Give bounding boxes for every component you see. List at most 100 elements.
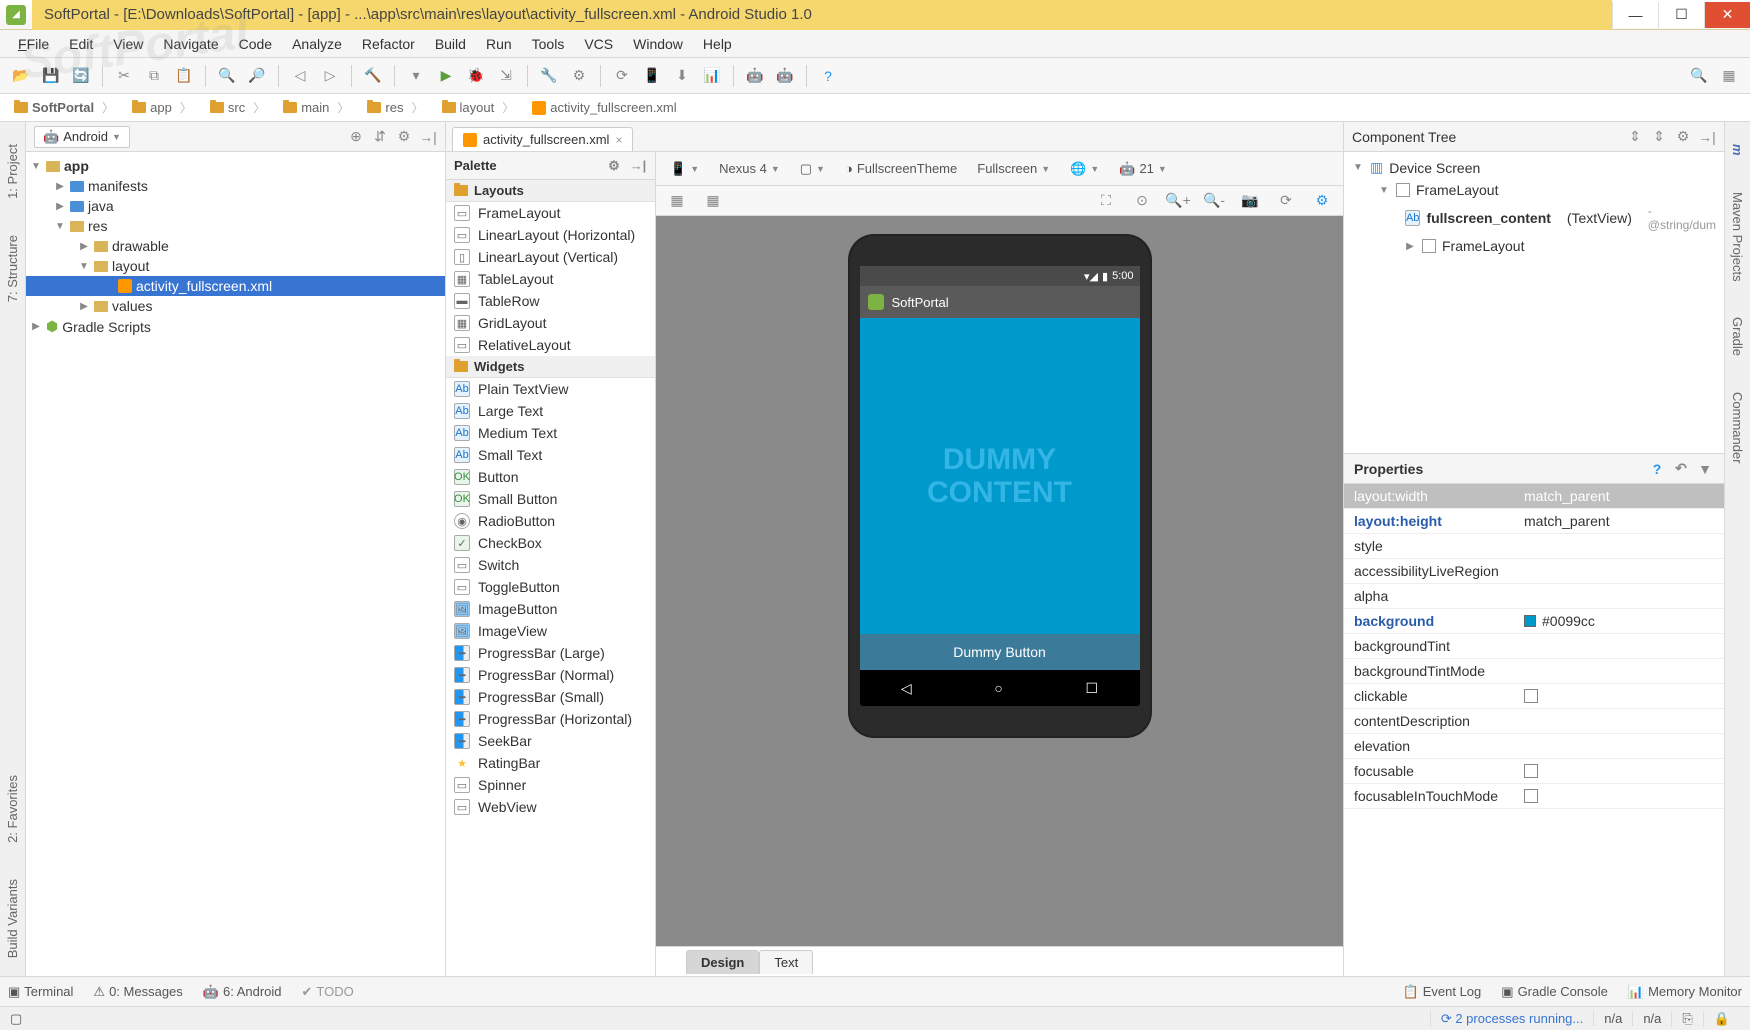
- sdk-icon[interactable]: ⬇: [669, 63, 695, 89]
- tab-favorites[interactable]: 2: Favorites: [3, 767, 22, 851]
- layout-mode-dropdown[interactable]: ▢▼: [794, 159, 831, 179]
- tab-text[interactable]: Text: [759, 950, 813, 974]
- gear3-icon[interactable]: ⚙: [1674, 128, 1692, 146]
- menu-view[interactable]: View: [103, 34, 153, 54]
- filter-prop-icon[interactable]: ▼: [1696, 460, 1714, 478]
- palette-item-tablerow[interactable]: ▬TableRow: [446, 290, 655, 312]
- palette-item-tablelayout[interactable]: ▦TableLayout: [446, 268, 655, 290]
- undo-prop-icon[interactable]: ↶: [1672, 460, 1690, 478]
- processes-running[interactable]: ⟳ 2 processes running...: [1430, 1011, 1593, 1027]
- menu-window[interactable]: Window: [623, 34, 693, 54]
- palette-item-linearlayout-vertical-[interactable]: ▯LinearLayout (Vertical): [446, 246, 655, 268]
- paste-icon[interactable]: 📋: [171, 63, 197, 89]
- tab-maven[interactable]: Maven Projects: [1728, 184, 1747, 290]
- locale-dropdown[interactable]: 🌐▼: [1064, 159, 1105, 179]
- palette-item-imagebutton[interactable]: 🖼ImageButton: [446, 598, 655, 620]
- palette-item-progressbar-small-[interactable]: ━ProgressBar (Small): [446, 686, 655, 708]
- monitor-icon[interactable]: 📊: [699, 63, 725, 89]
- crumb-file[interactable]: activity_fullscreen.xml: [524, 98, 692, 117]
- android2-icon[interactable]: 🤖: [772, 63, 798, 89]
- menu-code[interactable]: Code: [229, 34, 282, 54]
- palette-item-medium-text[interactable]: AbMedium Text: [446, 422, 655, 444]
- crumb-app[interactable]: app: [124, 97, 200, 118]
- gear2-icon[interactable]: ⚙: [1309, 188, 1335, 214]
- tab-gradle[interactable]: Gradle: [1728, 309, 1747, 364]
- tab-project[interactable]: 1: Project: [3, 136, 22, 207]
- zoom-in-icon[interactable]: 🔍+: [1165, 188, 1191, 214]
- gear-icon[interactable]: ⚙: [395, 128, 413, 146]
- tree-node-gradle[interactable]: ▶⬢Gradle Scripts: [26, 316, 445, 337]
- crumb-main[interactable]: main: [275, 97, 357, 118]
- prop-val-clickable[interactable]: [1514, 684, 1724, 708]
- prop-val-elevation[interactable]: [1514, 734, 1724, 758]
- crumb-layout[interactable]: layout: [434, 97, 523, 118]
- palette-item-framelayout[interactable]: ▭FrameLayout: [446, 202, 655, 224]
- tree-node-manifests[interactable]: ▶manifests: [26, 176, 445, 196]
- camera-icon[interactable]: 📷: [1237, 188, 1263, 214]
- attach-icon[interactable]: ⇲: [493, 63, 519, 89]
- tree-node-drawable[interactable]: ▶drawable: [26, 236, 445, 256]
- prop-val-contentdescription[interactable]: [1514, 709, 1724, 733]
- crumb-project[interactable]: SoftPortal: [6, 97, 122, 118]
- menu-refactor[interactable]: Refactor: [352, 34, 425, 54]
- palette-gear-icon[interactable]: ⚙: [605, 157, 623, 175]
- menu-tools[interactable]: Tools: [522, 34, 575, 54]
- prop-val-layoutwidth[interactable]: match_parent: [1514, 484, 1724, 508]
- grid2-icon[interactable]: ▦: [700, 188, 726, 214]
- expand-all-icon[interactable]: ⇕: [1626, 128, 1644, 146]
- forward-icon[interactable]: ▷: [317, 63, 343, 89]
- palette-item-webview[interactable]: ▭WebView: [446, 796, 655, 818]
- palette-item-gridlayout[interactable]: ▦GridLayout: [446, 312, 655, 334]
- back-icon[interactable]: ◁: [287, 63, 313, 89]
- menu-analyze[interactable]: Analyze: [282, 34, 352, 54]
- bottom-todo[interactable]: ✔ TODO: [302, 984, 354, 1000]
- help-prop-icon[interactable]: ?: [1648, 460, 1666, 478]
- palette-item-progressbar-normal-[interactable]: ━ProgressBar (Normal): [446, 664, 655, 686]
- grid-icon[interactable]: ▦: [664, 188, 690, 214]
- nav-home-icon[interactable]: ○: [994, 680, 1002, 696]
- fullscreen-content[interactable]: DUMMYCONTENT: [860, 318, 1140, 634]
- bottom-memory[interactable]: 📊 Memory Monitor: [1628, 984, 1742, 1000]
- prop-val-accessibilityliveregion[interactable]: [1514, 559, 1724, 583]
- palette-item-spinner[interactable]: ▭Spinner: [446, 774, 655, 796]
- project-tree[interactable]: ▼app ▶manifests ▶java ▼res ▶drawable ▼la…: [26, 152, 445, 976]
- minimize-button[interactable]: —: [1612, 2, 1658, 28]
- prop-val-layoutheight[interactable]: match_parent: [1514, 509, 1724, 533]
- comp-fullscreen-content[interactable]: Abfullscreen_content (TextView) - @strin…: [1344, 201, 1724, 235]
- orientation-dropdown[interactable]: 📱▼: [664, 159, 705, 179]
- comp-device-screen[interactable]: ▼▥Device Screen: [1344, 156, 1724, 179]
- run-icon[interactable]: ▶: [433, 63, 459, 89]
- hide-panel-icon[interactable]: →|: [419, 128, 437, 146]
- api-dropdown[interactable]: 🤖21▼: [1113, 159, 1173, 179]
- tree-node-activity-file[interactable]: activity_fullscreen.xml: [26, 276, 445, 296]
- tool-window-icon[interactable]: ▦: [1716, 63, 1742, 89]
- avd-icon[interactable]: 📱: [639, 63, 665, 89]
- menu-navigate[interactable]: Navigate: [153, 34, 228, 54]
- status-goto-icon[interactable]: ⎘: [1671, 1011, 1702, 1027]
- palette-item-radiobutton[interactable]: ◉RadioButton: [446, 510, 655, 532]
- close-button[interactable]: ✕: [1704, 2, 1750, 28]
- config-dropdown[interactable]: Fullscreen▼: [971, 159, 1056, 178]
- bottom-gradle-console[interactable]: ▣ Gradle Console: [1501, 984, 1608, 1000]
- editor-tab-activity[interactable]: activity_fullscreen.xml×: [452, 127, 633, 151]
- status-lock-icon[interactable]: 🔒: [1703, 1011, 1740, 1027]
- crumb-res[interactable]: res: [359, 97, 431, 118]
- zoom-fit-icon[interactable]: ⛶: [1093, 188, 1119, 214]
- project-mode-dropdown[interactable]: 🤖 Android ▼: [34, 126, 130, 148]
- zoom-out-icon[interactable]: 🔍-: [1201, 188, 1227, 214]
- collapse-all-icon[interactable]: ⇕: [1650, 128, 1668, 146]
- palette-item-plain-textview[interactable]: AbPlain TextView: [446, 378, 655, 400]
- tab-design[interactable]: Design: [686, 950, 759, 974]
- dummy-button[interactable]: Dummy Button: [860, 634, 1140, 670]
- device-dropdown[interactable]: Nexus 4▼: [713, 159, 786, 178]
- prop-val-backgroundtint[interactable]: [1514, 634, 1724, 658]
- debug-icon[interactable]: 🐞: [463, 63, 489, 89]
- theme-dropdown[interactable]: ◑FullscreenTheme: [839, 159, 963, 178]
- menu-run[interactable]: Run: [476, 34, 522, 54]
- palette-item-linearlayout-horizontal-[interactable]: ▭LinearLayout (Horizontal): [446, 224, 655, 246]
- palette-item-progressbar-horizontal-[interactable]: ━ProgressBar (Horizontal): [446, 708, 655, 730]
- run-config-dropdown[interactable]: ▾: [403, 63, 429, 89]
- prop-val-focusableintouchmode[interactable]: [1514, 784, 1724, 808]
- find-icon[interactable]: 🔍: [214, 63, 240, 89]
- menu-build[interactable]: Build: [425, 34, 476, 54]
